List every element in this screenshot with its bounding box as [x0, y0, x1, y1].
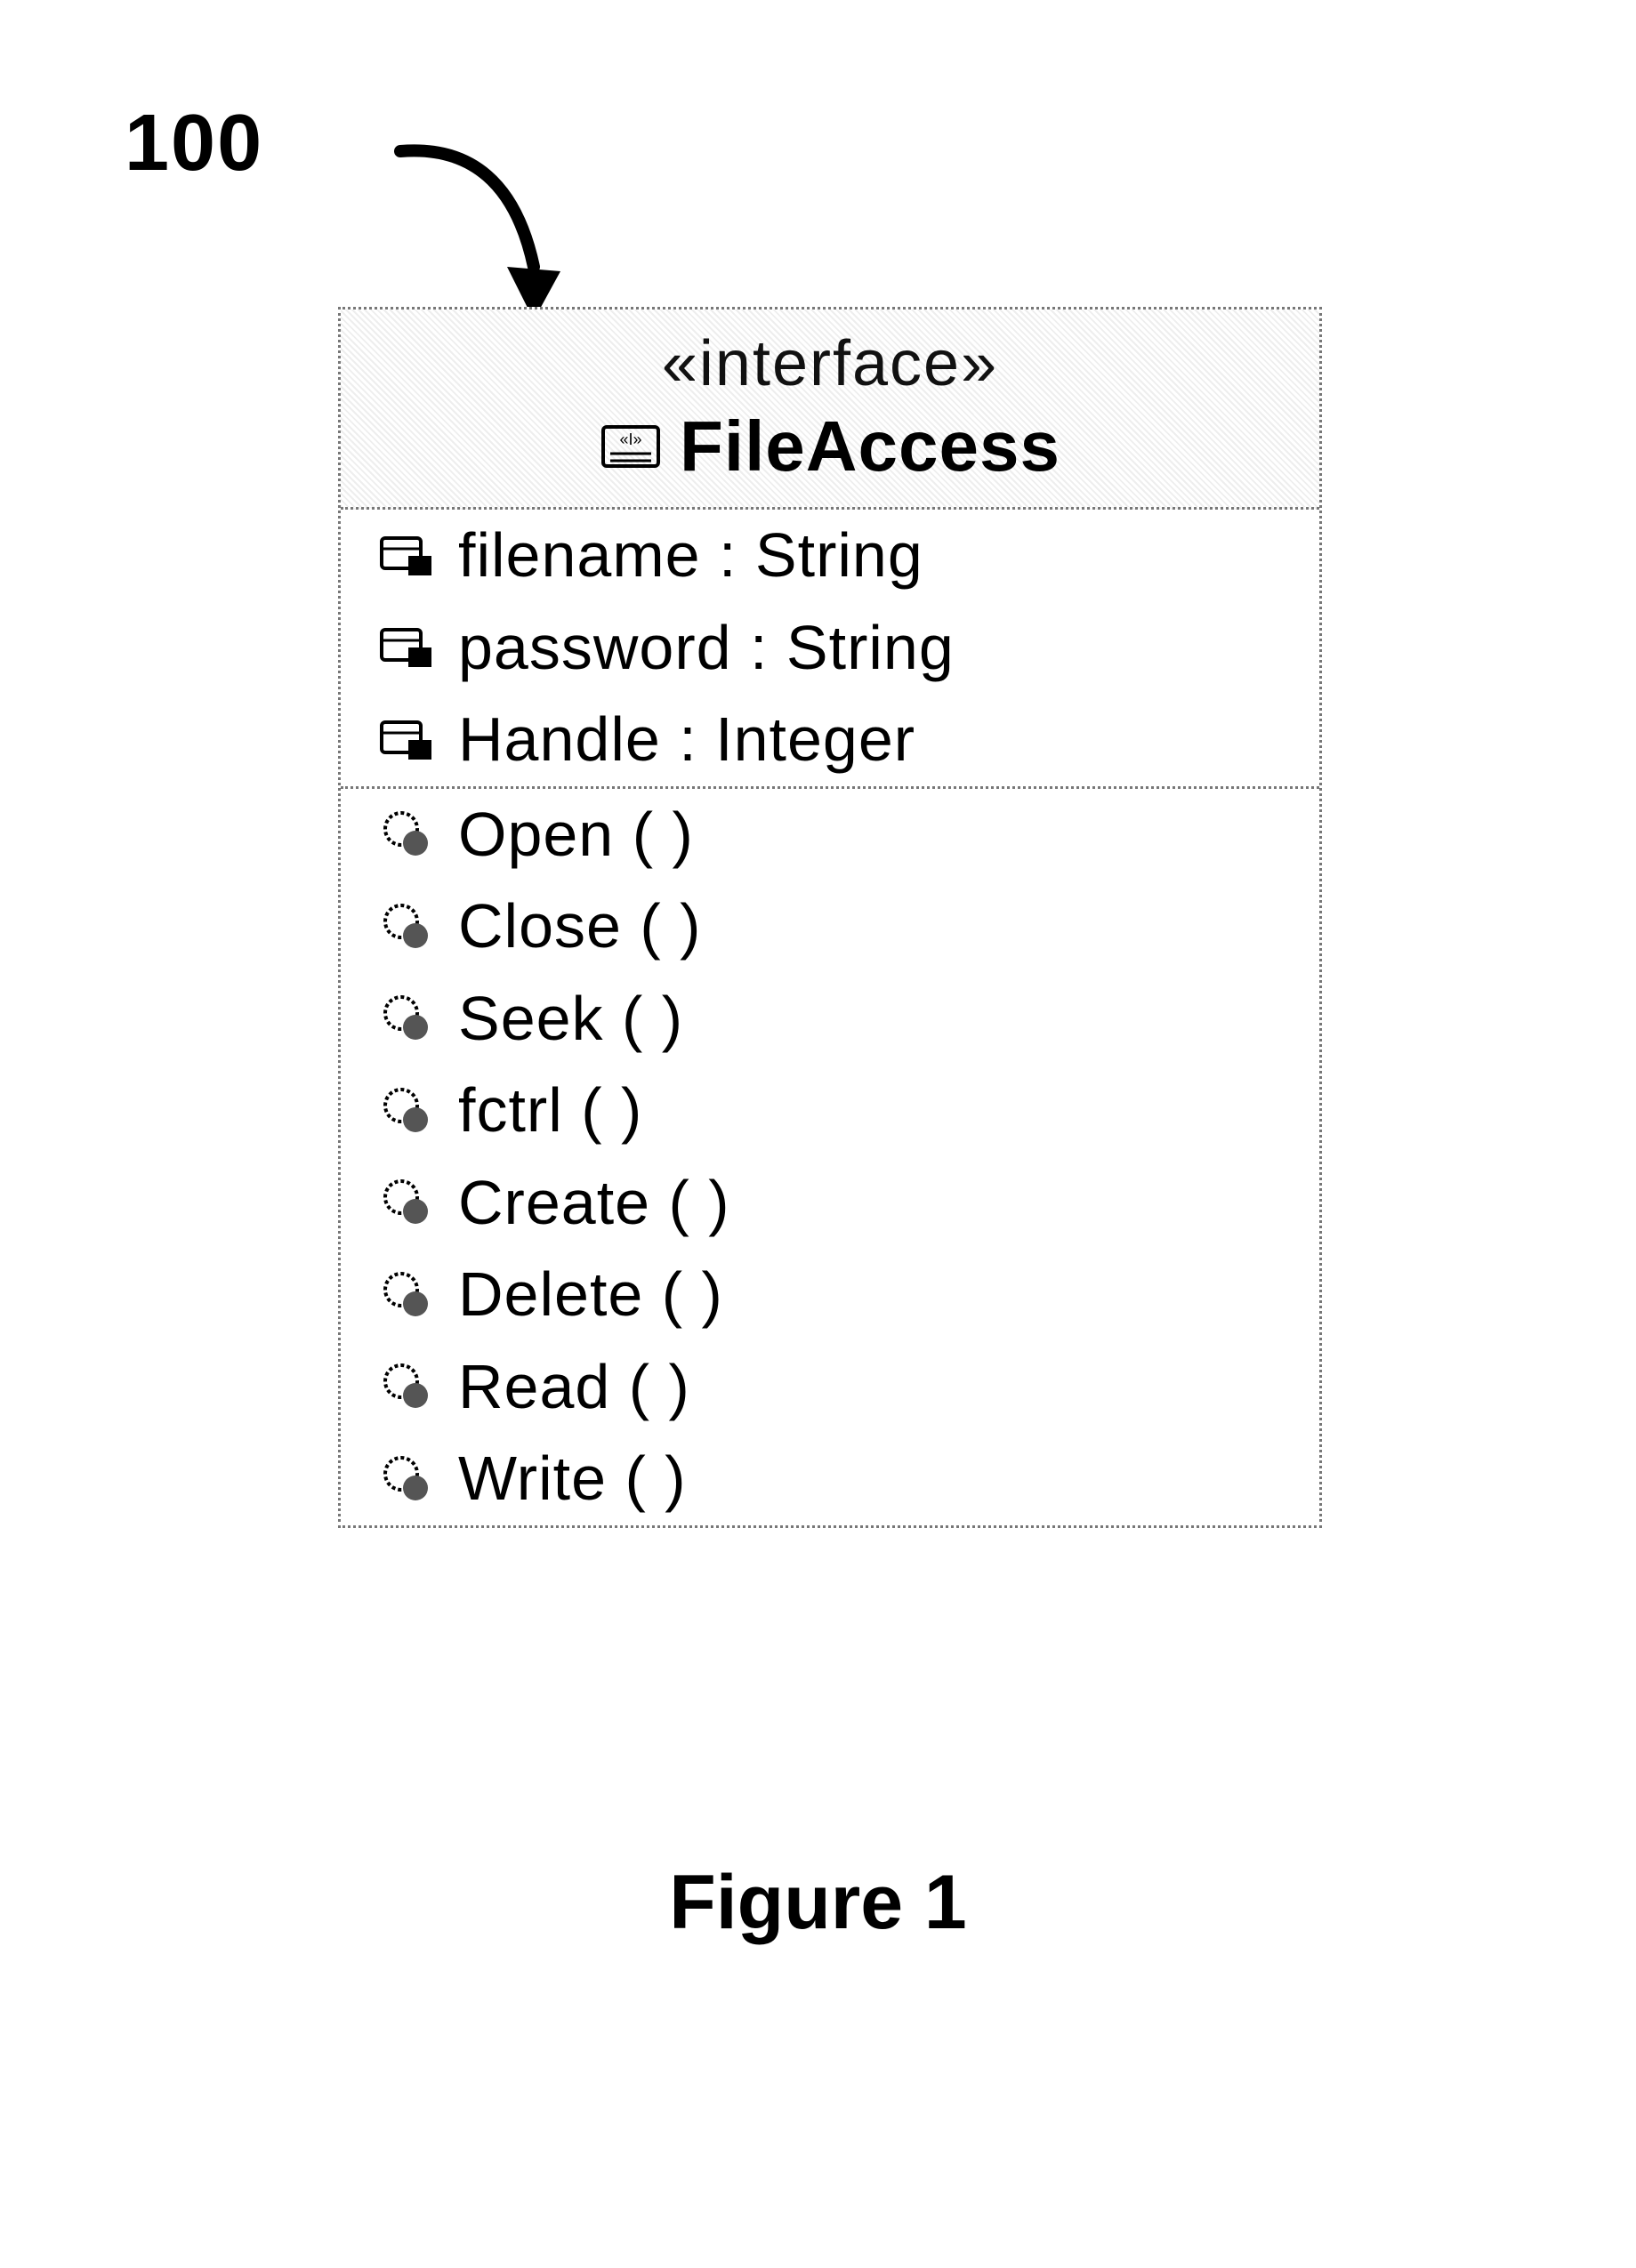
uml-attribute-row: password : String: [341, 602, 1319, 695]
uml-header: «interface» «I» FileAccess: [341, 310, 1319, 510]
reference-callout: 100: [125, 98, 263, 189]
uml-attribute-text: password : String: [458, 609, 955, 688]
operation-icon: [376, 1268, 439, 1322]
uml-operation-text: Open ( ): [458, 796, 694, 874]
uml-attributes-compartment: filename : String password : String: [341, 510, 1319, 789]
uml-operation-row: Seek ( ): [341, 973, 1319, 1066]
uml-operation-text: Write ( ): [458, 1440, 687, 1518]
operation-icon: [376, 1084, 439, 1138]
uml-operation-text: fctrl ( ): [458, 1072, 642, 1150]
reference-number: 100: [125, 99, 263, 188]
uml-attribute-row: filename : String: [341, 510, 1319, 602]
operation-icon: [376, 1176, 439, 1229]
uml-operation-text: Close ( ): [458, 888, 701, 966]
uml-operation-row: Create ( ): [341, 1157, 1319, 1250]
uml-title-row: «I» FileAccess: [350, 406, 1310, 487]
operation-icon: [376, 900, 439, 953]
uml-operation-text: Create ( ): [458, 1164, 730, 1243]
uml-stereotype: «interface»: [350, 327, 1310, 400]
svg-text:«I»: «I»: [619, 430, 641, 448]
uml-operation-text: Read ( ): [458, 1348, 690, 1427]
uml-operation-row: Write ( ): [341, 1433, 1319, 1525]
uml-operation-text: Seek ( ): [458, 980, 683, 1058]
figure-caption: Figure 1: [0, 1859, 1636, 1947]
uml-interface-box: «interface» «I» FileAccess: [338, 307, 1322, 1528]
attribute-icon: [376, 713, 439, 767]
attribute-icon: [376, 529, 439, 583]
patent-figure-page: 100 «interface» «I» FileAccess: [0, 0, 1636, 2268]
attribute-icon: [376, 621, 439, 674]
uml-operation-row: Delete ( ): [341, 1249, 1319, 1341]
uml-operation-row: Read ( ): [341, 1341, 1319, 1434]
uml-operations-compartment: Open ( ) Close ( ) Seek ( ) fctrl ( ): [341, 789, 1319, 1525]
uml-attribute-row: Handle : Integer: [341, 694, 1319, 786]
uml-operation-row: fctrl ( ): [341, 1065, 1319, 1157]
interface-icon: «I»: [600, 422, 662, 471]
operation-icon: [376, 1360, 439, 1413]
uml-operation-text: Delete ( ): [458, 1256, 723, 1334]
uml-operation-row: Open ( ): [341, 789, 1319, 881]
uml-interface-name: FileAccess: [680, 406, 1060, 487]
operation-icon: [376, 992, 439, 1045]
operation-icon: [376, 808, 439, 861]
uml-operation-row: Close ( ): [341, 881, 1319, 973]
operation-icon: [376, 1452, 439, 1506]
reference-arrow-icon: [383, 133, 578, 329]
uml-attribute-text: Handle : Integer: [458, 701, 915, 779]
uml-attribute-text: filename : String: [458, 517, 923, 595]
